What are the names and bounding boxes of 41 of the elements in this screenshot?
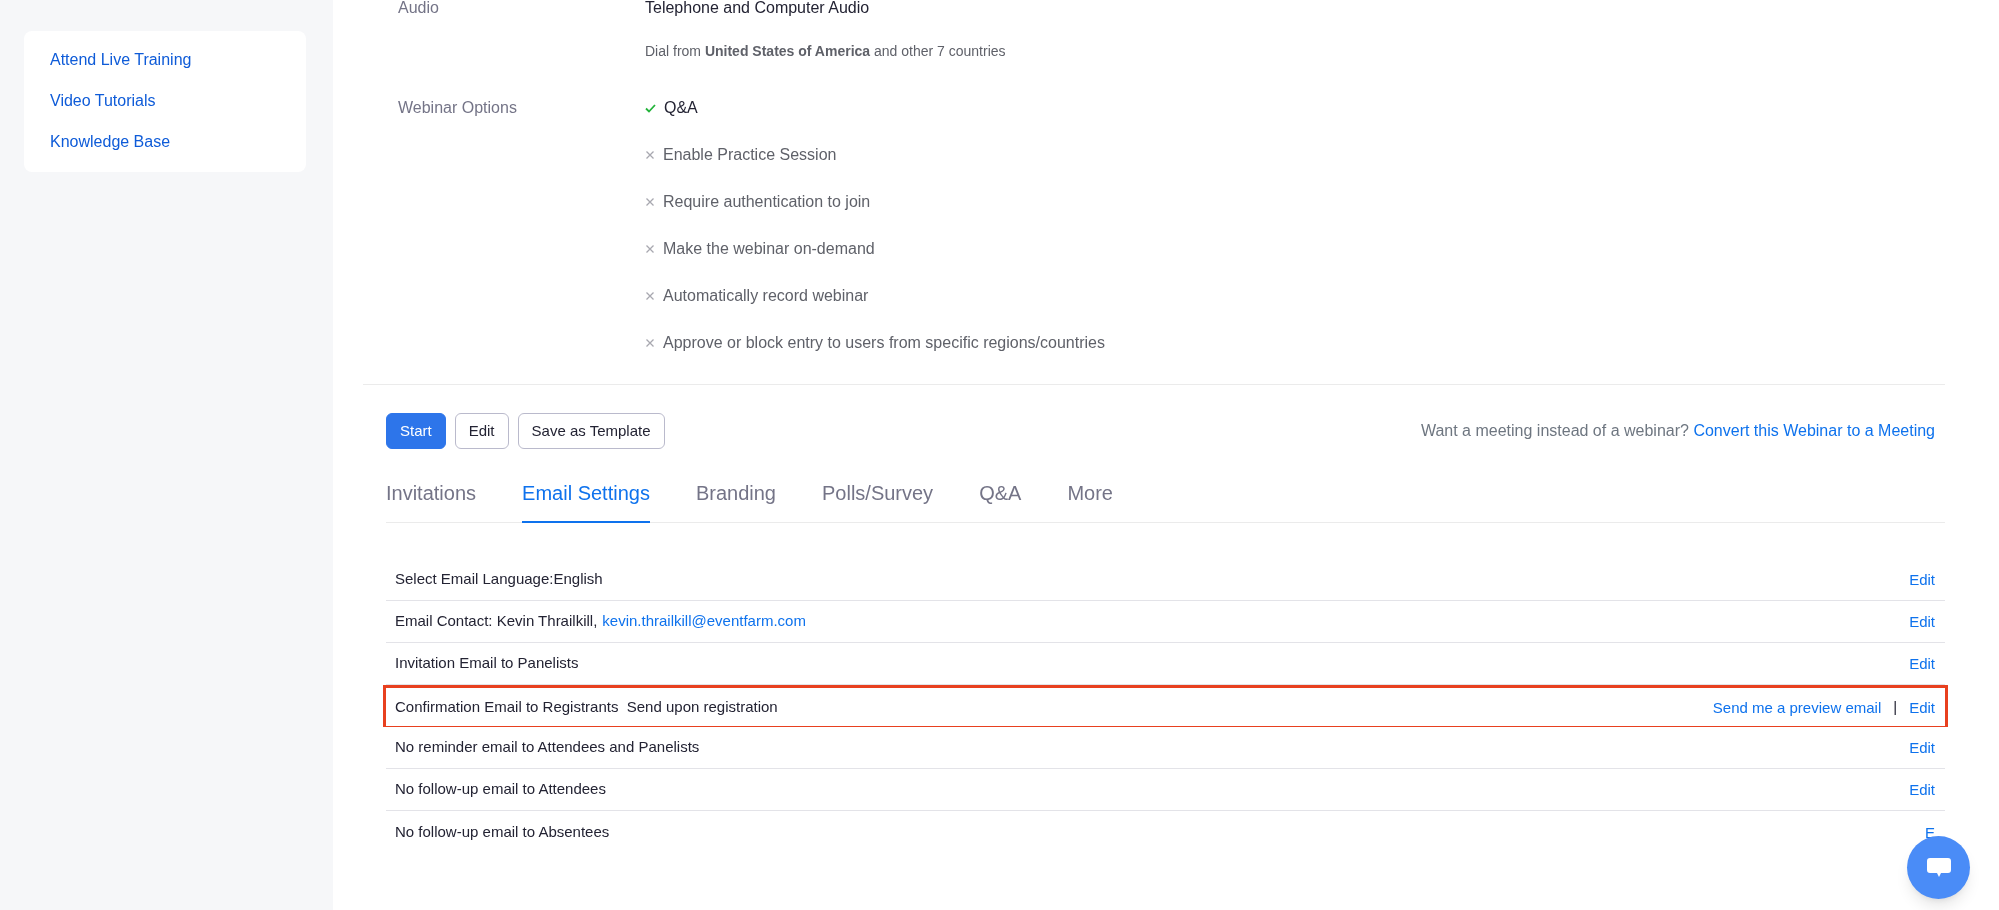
row-text: Email Contact: Kevin Thrailkill,	[395, 611, 598, 632]
field-label: Audio	[398, 0, 440, 18]
option-text: Require authentication to join	[663, 192, 871, 212]
edit-link[interactable]: Edit	[1909, 699, 1935, 715]
tab[interactable]: Branding	[695, 481, 776, 523]
chat-button[interactable]	[1907, 836, 1970, 899]
action-button[interactable]: Save as Template	[517, 413, 665, 449]
edit-link[interactable]: Send me a preview email	[1712, 699, 1882, 715]
edit-link[interactable]: Edit	[1909, 740, 1935, 755]
tab[interactable]: Polls/Survey	[821, 481, 934, 523]
action-button[interactable]: Edit	[454, 413, 509, 449]
edit-link[interactable]: Edit	[1909, 614, 1935, 629]
row-text: No reminder email to Attendees and Panelists	[395, 737, 700, 758]
row-text: No follow-up email to Absentees	[395, 821, 610, 842]
field-label: Webinar Options	[398, 98, 518, 118]
row-text: Confirmation Email to Registrants Send upon registration	[395, 696, 778, 717]
tab[interactable]: Invitations	[386, 481, 477, 523]
row-text: Select Email Language:English	[395, 569, 603, 590]
edit-link[interactable]: Edit	[1909, 782, 1935, 797]
option-text: Q&A	[664, 98, 698, 118]
row-text: No follow-up email to Attendees	[395, 779, 606, 800]
action-button[interactable]: Start	[386, 413, 446, 449]
edit-link[interactable]: Edit	[1909, 572, 1935, 587]
option-text: Approve or block entry to users from specific regions/countries	[663, 333, 1105, 353]
separator-text: |	[1893, 696, 1898, 717]
convert-link[interactable]: Convert this Webinar to a Meeting	[1693, 422, 1935, 439]
tab[interactable]: More	[1067, 481, 1113, 523]
tab[interactable]: Q&A	[979, 481, 1022, 523]
tab[interactable]: Email Settings	[522, 481, 650, 523]
sidebar-link[interactable]: Video Tutorials	[50, 90, 156, 112]
sidebar-link[interactable]: Knowledge Base	[50, 131, 171, 153]
prompt-text: Want a meeting instead of a webinar?	[1420, 422, 1689, 439]
option-text: Make the webinar on-demand	[663, 239, 875, 259]
field-value: Telephone and Computer Audio	[645, 0, 871, 18]
email-link[interactable]: kevin.thrailkill@eventfarm.com	[602, 610, 806, 633]
option-text: Automatically record webinar	[663, 286, 869, 306]
edit-link[interactable]: Edit	[1909, 656, 1935, 671]
sidebar-link[interactable]: Attend Live Training	[50, 49, 192, 71]
field-note: Dial from United States of America and other 7 countries	[645, 42, 1006, 61]
row-text: Invitation Email to Panelists	[395, 653, 579, 674]
option-text: Enable Practice Session	[663, 145, 837, 165]
